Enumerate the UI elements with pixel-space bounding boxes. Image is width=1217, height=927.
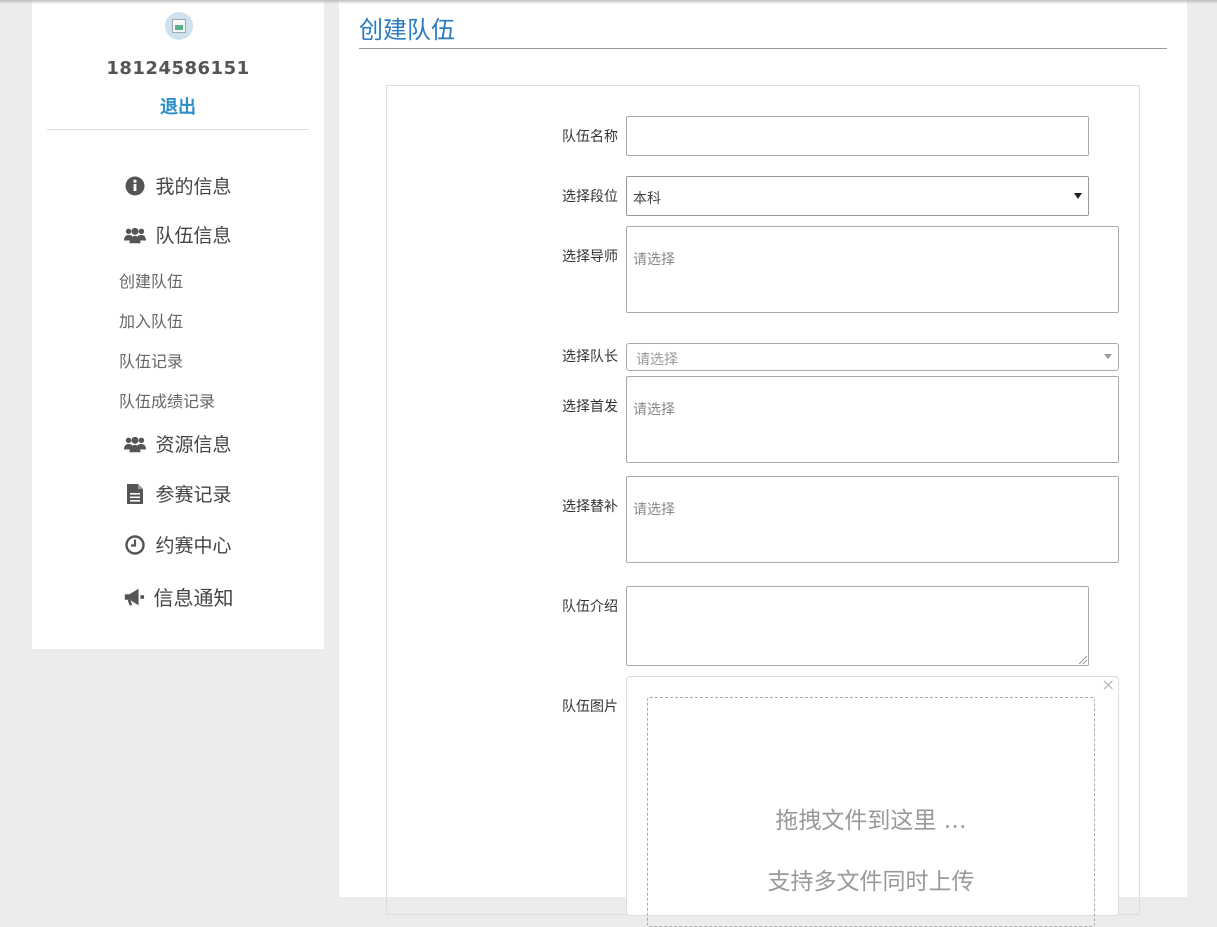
resize-handle-icon[interactable] — [1079, 656, 1087, 664]
mentor-multiselect[interactable]: 请选择 — [626, 226, 1119, 313]
multi-upload-hint: 支持多文件同时上传 — [767, 869, 975, 895]
sidebar-item-label: 我的信息 — [155, 176, 232, 198]
close-icon[interactable]: × — [1102, 675, 1115, 694]
users-icon — [124, 224, 147, 246]
avatar — [165, 12, 193, 40]
sidebar-item-label: 约赛中心 — [155, 535, 232, 557]
file-text-icon — [124, 483, 146, 505]
drop-hint: 拖拽文件到这里 … — [775, 808, 967, 834]
sidebar-subitem-team-score-records[interactable]: 队伍成绩记录 — [119, 388, 215, 412]
sidebar-subitem-team-records[interactable]: 队伍记录 — [119, 348, 183, 372]
team-name-label: 队伍名称 — [562, 129, 618, 145]
info-circle-icon — [124, 175, 146, 197]
sidebar-item-competition-records[interactable]: 参赛记录 — [32, 480, 324, 507]
image-upload: × 拖拽文件到这里 … 支持多文件同时上传 — [626, 675, 1119, 927]
sidebar-item-label: 队伍信息 — [155, 225, 232, 247]
sidebar-divider — [47, 129, 309, 130]
file-dropzone[interactable]: 拖拽文件到这里 … 支持多文件同时上传 — [647, 697, 1095, 927]
mentor-placeholder: 请选择 — [633, 252, 675, 268]
logout-link[interactable]: 退出 — [32, 93, 324, 119]
caret-down-icon — [1104, 354, 1112, 359]
segment-selected-value: 本科 — [633, 191, 661, 207]
sidebar-subitem-create-team[interactable]: 创建队伍 — [119, 268, 183, 292]
starters-label: 选择首发 — [562, 399, 618, 415]
sidebar-item-label: 信息通知 — [153, 586, 234, 610]
top-shadow — [0, 0, 1217, 4]
segment-select[interactable]: 本科 — [626, 176, 1089, 216]
clock-icon — [124, 534, 146, 556]
mentor-label: 选择导师 — [562, 249, 618, 265]
captain-select[interactable]: 请选择 — [626, 343, 1119, 371]
sidebar-item-team-info[interactable]: 队伍信息 — [32, 221, 324, 248]
broken-image-icon — [172, 19, 186, 33]
caret-down-icon — [1074, 193, 1082, 199]
sidebar-item-match-center[interactable]: 约赛中心 — [32, 531, 324, 558]
starters-placeholder: 请选择 — [633, 402, 675, 418]
sidebar-subitem-join-team[interactable]: 加入队伍 — [119, 308, 183, 332]
starters-multiselect[interactable]: 请选择 — [626, 376, 1119, 463]
users-icon — [124, 433, 147, 455]
substitutes-label: 选择替补 — [562, 499, 618, 515]
user-phone: 18124586151 — [106, 58, 250, 79]
captain-label: 选择队长 — [562, 349, 618, 365]
sidebar-item-label: 参赛记录 — [155, 484, 232, 506]
image-label: 队伍图片 — [562, 699, 618, 715]
sidebar-item-notifications[interactable]: 信息通知 — [32, 582, 324, 611]
substitutes-placeholder: 请选择 — [633, 502, 675, 518]
intro-textarea[interactable] — [626, 586, 1089, 666]
title-divider — [359, 48, 1167, 49]
segment-label: 选择段位 — [562, 189, 618, 205]
sidebar-item-label: 资源信息 — [155, 434, 232, 456]
intro-label: 队伍介绍 — [562, 599, 618, 615]
bullhorn-icon — [123, 586, 145, 608]
sidebar: 18124586151 退出 我的信息 队伍信息 创建队伍 加入队伍 队伍记录 … — [32, 0, 324, 649]
sidebar-item-my-info[interactable]: 我的信息 — [32, 172, 324, 199]
team-name-input[interactable] — [626, 116, 1089, 156]
substitutes-multiselect[interactable]: 请选择 — [626, 476, 1119, 563]
captain-placeholder: 请选择 — [636, 352, 678, 368]
sidebar-item-resource-info[interactable]: 资源信息 — [32, 430, 324, 457]
page-title: 创建队伍 — [359, 16, 455, 44]
